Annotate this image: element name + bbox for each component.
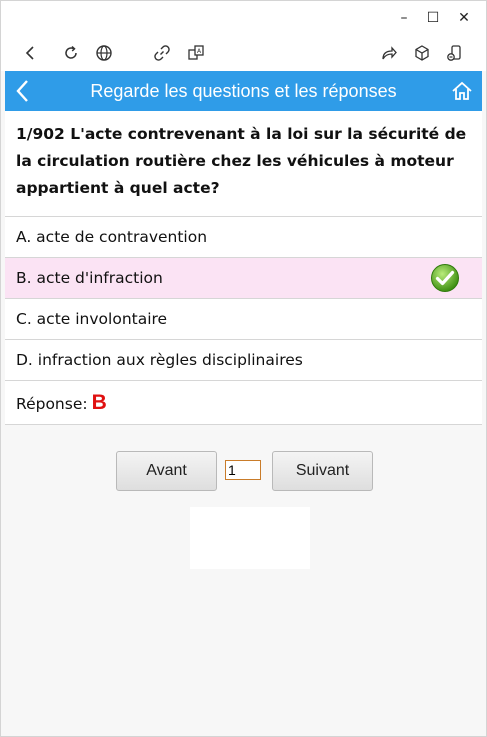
device-icon[interactable] — [442, 41, 466, 65]
option-label: D. infraction aux règles disciplinaires — [16, 351, 303, 369]
question-text: 1/902 L'acte contrevenant à la loi sur l… — [5, 111, 482, 217]
previous-button[interactable]: Avant — [116, 451, 217, 491]
page-title: Regarde les questions et les réponses — [90, 81, 397, 101]
option-c[interactable]: C. acte involontaire — [5, 299, 482, 340]
maximize-button[interactable]: ☐ — [423, 8, 443, 28]
pagination-controls: Avant Suivant — [5, 451, 482, 491]
main-content: 1/902 L'acte contrevenant à la loi sur l… — [5, 111, 482, 736]
share-icon[interactable] — [377, 41, 401, 65]
home-icon[interactable] — [450, 79, 474, 103]
option-a[interactable]: A. acte de contravention — [5, 217, 482, 258]
title-bar: – ☐ ✕ — [1, 1, 486, 35]
cube-icon[interactable] — [410, 41, 434, 65]
app-window: – ☐ ✕ A Regarde les questions et les rép… — [0, 0, 487, 737]
refresh-icon[interactable] — [59, 41, 83, 65]
answer-row: Réponse: B — [5, 381, 482, 425]
browser-toolbar: A — [1, 35, 486, 71]
answer-label: Réponse: — [16, 395, 88, 413]
translate-icon[interactable]: A — [184, 41, 208, 65]
option-label: B. acte d'infraction — [16, 269, 163, 287]
blank-panel — [190, 507, 310, 569]
globe-icon[interactable] — [92, 41, 116, 65]
check-icon — [430, 263, 460, 293]
minimize-button[interactable]: – — [394, 8, 414, 28]
option-label: C. acte involontaire — [16, 310, 168, 328]
answer-value: B — [91, 391, 107, 414]
option-b[interactable]: B. acte d'infraction — [5, 258, 482, 299]
page-header: Regarde les questions et les réponses — [5, 71, 482, 111]
link-icon[interactable] — [150, 41, 174, 65]
next-button[interactable]: Suivant — [272, 451, 373, 491]
option-label: A. acte de contravention — [16, 228, 208, 246]
chevron-left-icon[interactable] — [11, 77, 35, 105]
close-button[interactable]: ✕ — [454, 8, 474, 28]
page-number-input[interactable] — [225, 460, 261, 480]
back-icon[interactable] — [19, 41, 43, 65]
option-d[interactable]: D. infraction aux règles disciplinaires — [5, 340, 482, 381]
